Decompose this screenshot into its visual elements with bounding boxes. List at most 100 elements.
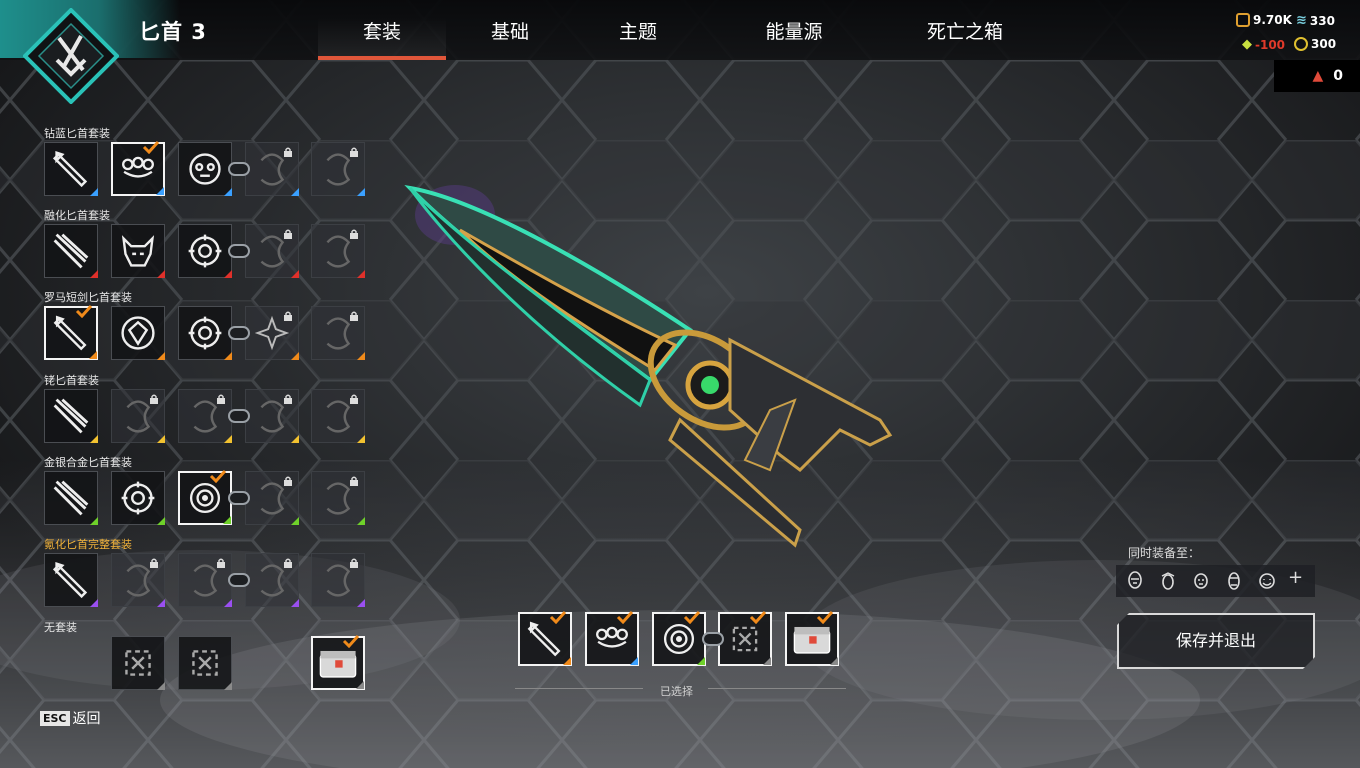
set-label: 氪化匕首完整套装 [44, 538, 132, 551]
legend-portrait-icon[interactable] [1225, 571, 1243, 591]
selected-slot[interactable] [518, 610, 572, 666]
skin-slot[interactable] [178, 389, 232, 443]
skin-slot[interactable] [311, 634, 365, 690]
skin-slot[interactable] [44, 142, 98, 196]
skin-slot[interactable] [111, 224, 165, 278]
rarity-marker [630, 657, 638, 665]
checkmark-icon [342, 634, 360, 648]
skin-slot[interactable] [111, 636, 165, 690]
selected-label: 已选择 [660, 685, 693, 698]
tab-label: 能量源 [765, 21, 823, 43]
back-button[interactable]: ESC 返回 [40, 708, 101, 728]
rarity-marker [90, 599, 98, 607]
tab-theme[interactable]: 主题 [598, 17, 678, 60]
skin-slot[interactable] [311, 224, 365, 278]
skin-slot[interactable] [111, 553, 165, 607]
equip-to-panel: 同时装备至： + [1116, 539, 1315, 599]
set-label: 罗马短剑匕首套装 [44, 291, 132, 304]
rarity-marker [357, 435, 365, 443]
lock-icon [216, 558, 226, 568]
lock-icon [149, 558, 159, 568]
skin-slot[interactable] [111, 306, 165, 360]
checkmark-icon [683, 610, 701, 624]
skin-slot[interactable] [44, 553, 98, 607]
skin-slot[interactable] [311, 306, 365, 360]
rarity-marker [224, 599, 232, 607]
rarity-marker [89, 351, 97, 359]
rarity-marker [157, 270, 165, 278]
legend-portrait-icon[interactable] [1126, 571, 1144, 591]
tab-power-source[interactable]: 能量源 [744, 17, 844, 60]
checkmark-icon [549, 610, 567, 624]
skin-slot[interactable] [44, 224, 98, 278]
link-icon [702, 632, 724, 646]
skin-slot[interactable] [178, 469, 232, 525]
legend-tokens: 9.70K [1236, 13, 1292, 27]
tab-skins[interactable]: 套装 [318, 17, 446, 60]
rarity-marker [291, 599, 299, 607]
heirloom-knife-render [404, 184, 893, 548]
rarity-marker [157, 682, 165, 690]
skin-slot[interactable] [178, 636, 232, 690]
skin-slot[interactable] [178, 142, 232, 196]
skin-slot[interactable] [311, 471, 365, 525]
crate-count: 0 [1333, 68, 1343, 84]
rarity-marker [90, 435, 98, 443]
rarity-marker [90, 517, 98, 525]
link-icon [228, 244, 250, 258]
crate-counter: ▲ 0 [1274, 60, 1360, 92]
tab-label: 基础 [490, 21, 529, 43]
rarity-marker [291, 435, 299, 443]
selected-slot[interactable] [652, 610, 706, 666]
skin-slot[interactable] [311, 142, 365, 196]
heirloom-shards-value: 300 [1311, 37, 1337, 51]
skin-slot[interactable] [245, 306, 299, 360]
skin-slot[interactable] [44, 471, 98, 525]
rarity-marker [357, 188, 365, 196]
selected-slot[interactable] [585, 610, 639, 666]
lock-icon [283, 476, 293, 486]
heirloom-shards: 300 [1294, 37, 1336, 51]
checkmark-icon [616, 610, 634, 624]
rarity-marker [291, 270, 299, 278]
skin-slot[interactable] [111, 389, 165, 443]
lock-icon [349, 394, 359, 404]
set-label: 金银合金匕首套装 [44, 456, 132, 469]
skin-slot[interactable] [245, 389, 299, 443]
selected-slot[interactable] [718, 610, 772, 666]
skin-slot[interactable] [178, 224, 232, 278]
tab-label: 套装 [362, 21, 401, 43]
save-and-exit-button[interactable]: 保存并退出 [1117, 613, 1315, 669]
skin-slot[interactable] [311, 553, 365, 607]
skin-slot[interactable] [111, 140, 165, 196]
skin-slot[interactable] [178, 306, 232, 360]
skin-slot[interactable] [311, 389, 365, 443]
skin-slot[interactable] [245, 142, 299, 196]
rarity-marker [224, 352, 232, 360]
apex-coins-icon: ≋ [1296, 13, 1307, 28]
tab-basic[interactable]: 基础 [470, 17, 550, 60]
skin-slot[interactable] [178, 553, 232, 607]
link-icon [228, 162, 250, 176]
skin-slot[interactable] [44, 304, 98, 360]
tab-death-box[interactable]: 死亡之箱 [910, 17, 1020, 60]
checkmark-icon [142, 140, 160, 154]
add-legend-button[interactable]: + [1288, 567, 1303, 588]
lock-icon [283, 311, 293, 321]
lock-icon [216, 394, 226, 404]
rarity-marker [291, 352, 299, 360]
lock-icon [283, 147, 293, 157]
skin-slot[interactable] [245, 224, 299, 278]
legend-portrait-icon[interactable] [1192, 571, 1210, 591]
rarity-marker [357, 270, 365, 278]
divider [708, 688, 846, 689]
skin-slot[interactable] [44, 389, 98, 443]
skin-slot[interactable] [245, 471, 299, 525]
legend-portrait-icon[interactable] [1159, 571, 1177, 591]
checkmark-icon [816, 610, 834, 624]
selected-slot[interactable] [785, 610, 839, 666]
tab-label: 死亡之箱 [926, 21, 1003, 43]
skin-slot[interactable] [111, 471, 165, 525]
skin-slot[interactable] [245, 553, 299, 607]
legend-portrait-icon[interactable] [1258, 571, 1276, 591]
